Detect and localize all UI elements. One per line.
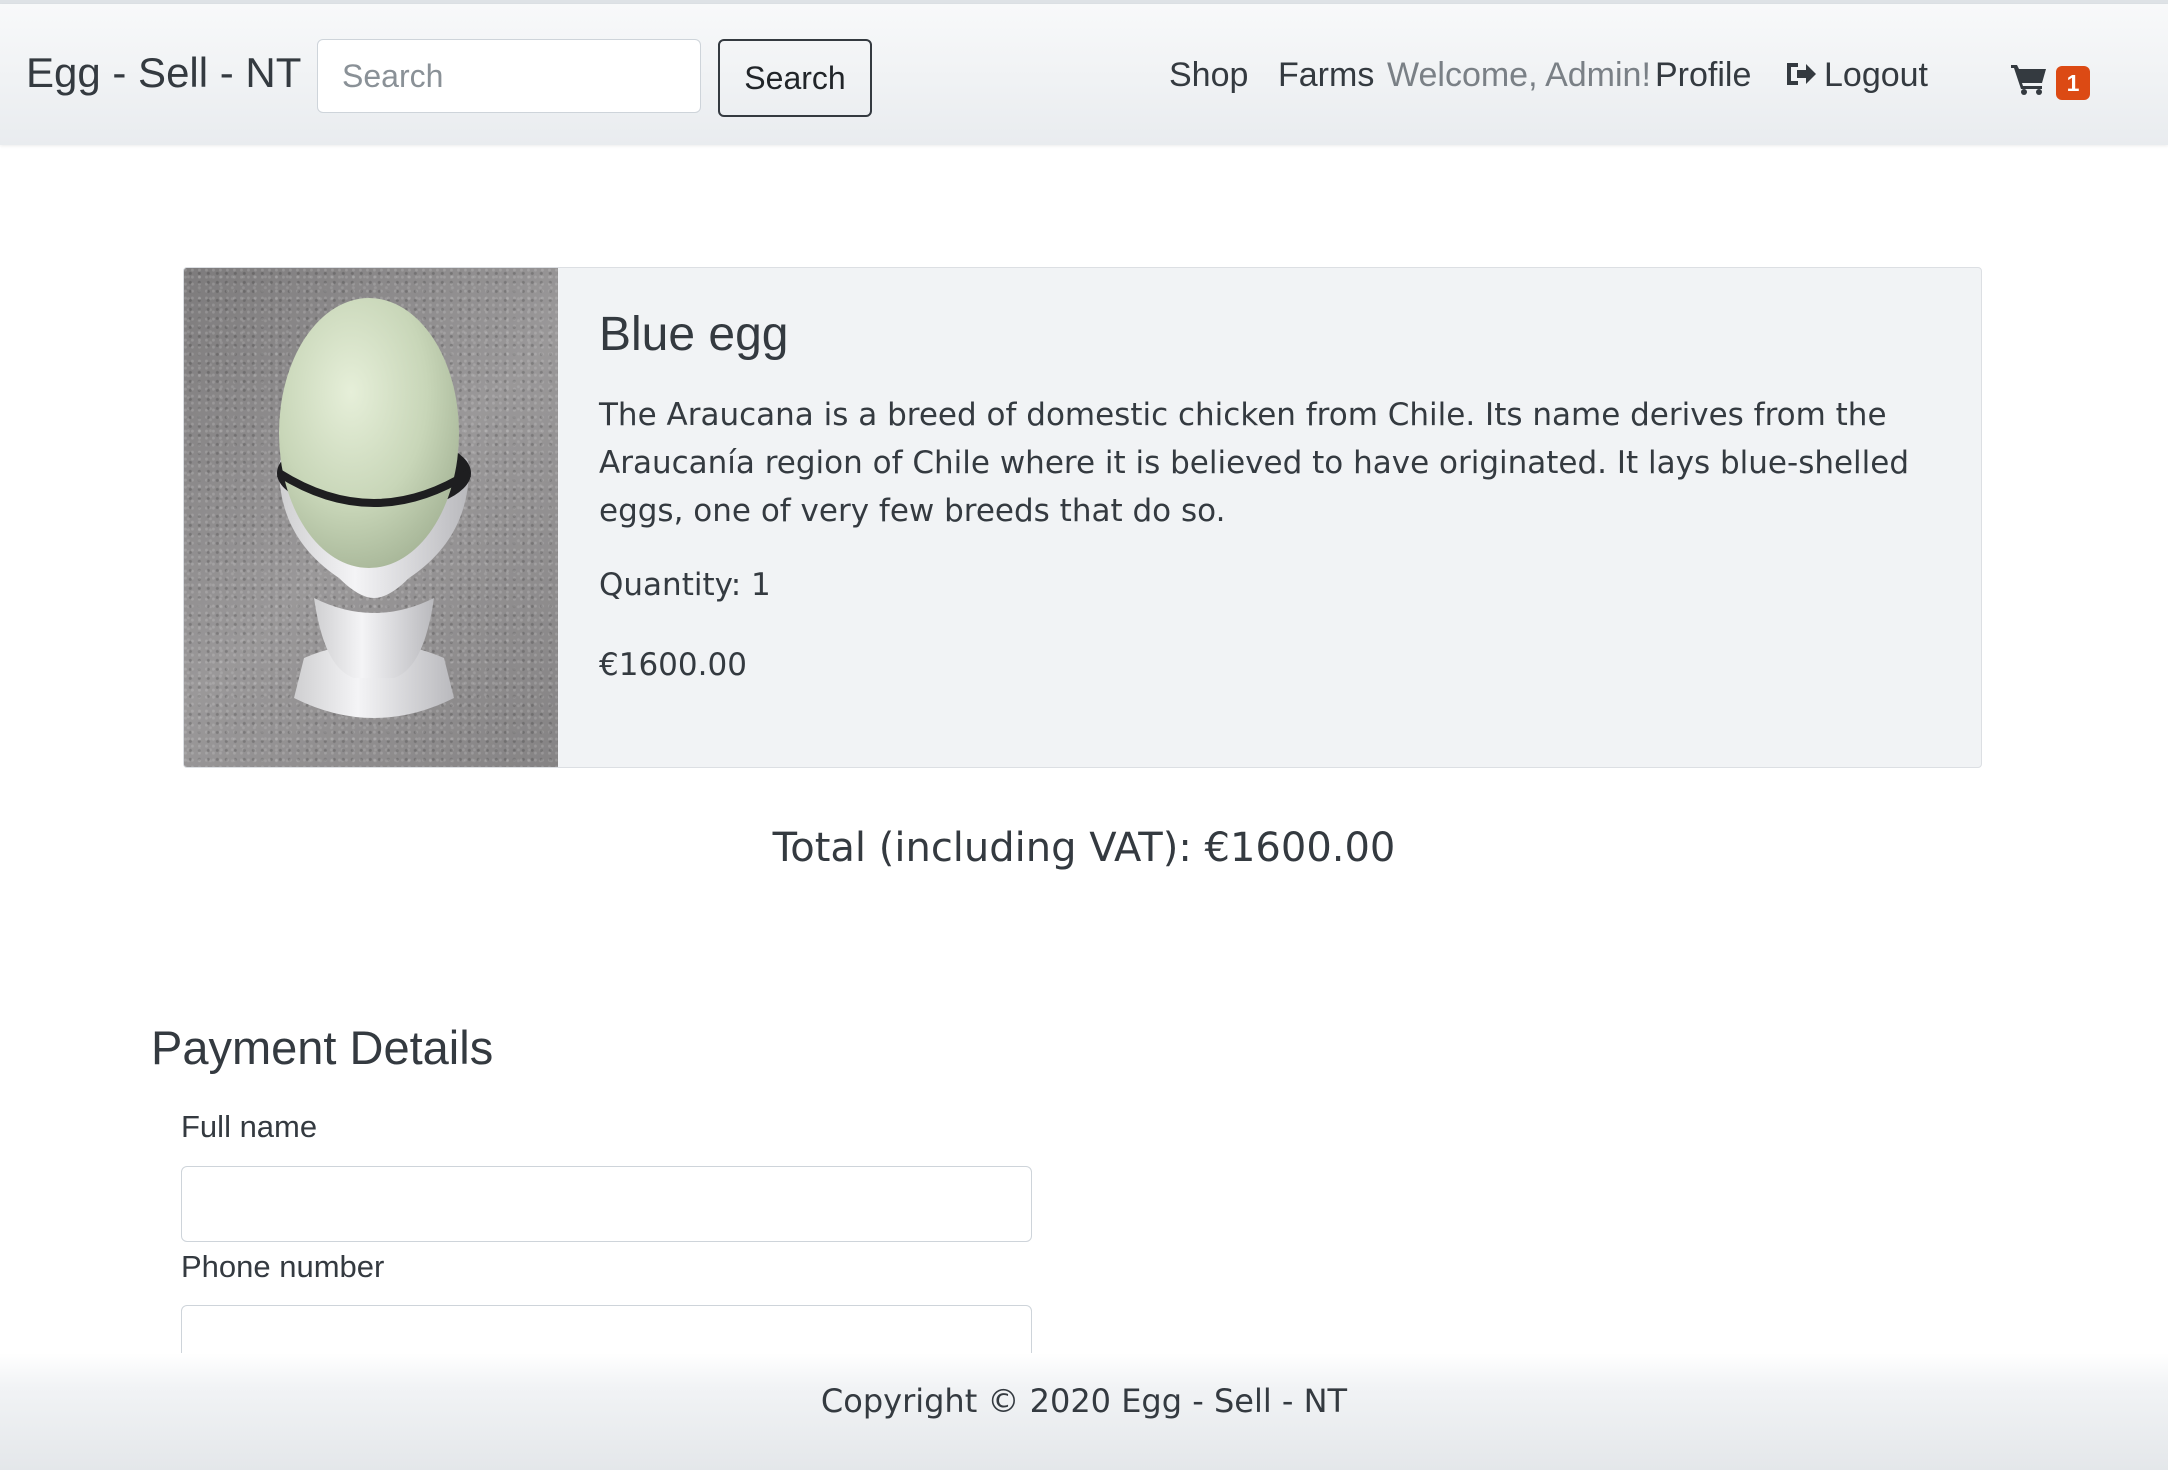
search-input[interactable] bbox=[317, 39, 701, 113]
navbar: Egg - Sell - NT Search Shop Farms Welcom… bbox=[0, 4, 2168, 145]
egg-illustration bbox=[276, 298, 472, 718]
sign-out-icon bbox=[1787, 63, 1816, 85]
product-description: The Araucana is a breed of domestic chic… bbox=[599, 397, 1910, 529]
order-total: Total (including VAT): €1600.00 bbox=[772, 825, 1396, 871]
search-button[interactable]: Search bbox=[718, 39, 872, 117]
product-image bbox=[184, 268, 558, 767]
phone-number-label: Phone number bbox=[181, 1249, 385, 1284]
cart-item-card: Blue egg The Araucana is a breed of dome… bbox=[183, 267, 1982, 768]
nav-profile-link[interactable]: Profile bbox=[1655, 56, 1751, 95]
footer: Copyright © 2020 Egg - Sell - NT bbox=[0, 1353, 2168, 1470]
full-name-label: Full name bbox=[181, 1109, 318, 1144]
full-name-input[interactable] bbox=[181, 1166, 1032, 1242]
product-price: €1600.00 bbox=[599, 647, 747, 683]
shopping-cart-icon bbox=[2011, 65, 2046, 95]
payment-heading: Payment Details bbox=[151, 1021, 494, 1074]
welcome-text: Welcome, Admin! bbox=[1387, 56, 1651, 94]
nav-shop-link[interactable]: Shop bbox=[1169, 56, 1248, 95]
nav-logout-link[interactable]: Logout bbox=[1784, 56, 1928, 95]
nav-farms-link[interactable]: Farms bbox=[1278, 56, 1374, 95]
cart-count-badge: 1 bbox=[2056, 66, 2090, 100]
copyright-text: Copyright © 2020 Egg - Sell - NT bbox=[820, 1382, 1348, 1420]
product-title: Blue egg bbox=[599, 308, 789, 361]
cart-link[interactable]: 1 bbox=[2010, 56, 2090, 104]
brand-link[interactable]: Egg - Sell - NT bbox=[26, 49, 301, 97]
logout-label: Logout bbox=[1824, 56, 1928, 94]
checkout-page: Egg - Sell - NT Search Shop Farms Welcom… bbox=[0, 0, 2168, 1470]
product-quantity: Quantity: 1 bbox=[599, 567, 771, 603]
